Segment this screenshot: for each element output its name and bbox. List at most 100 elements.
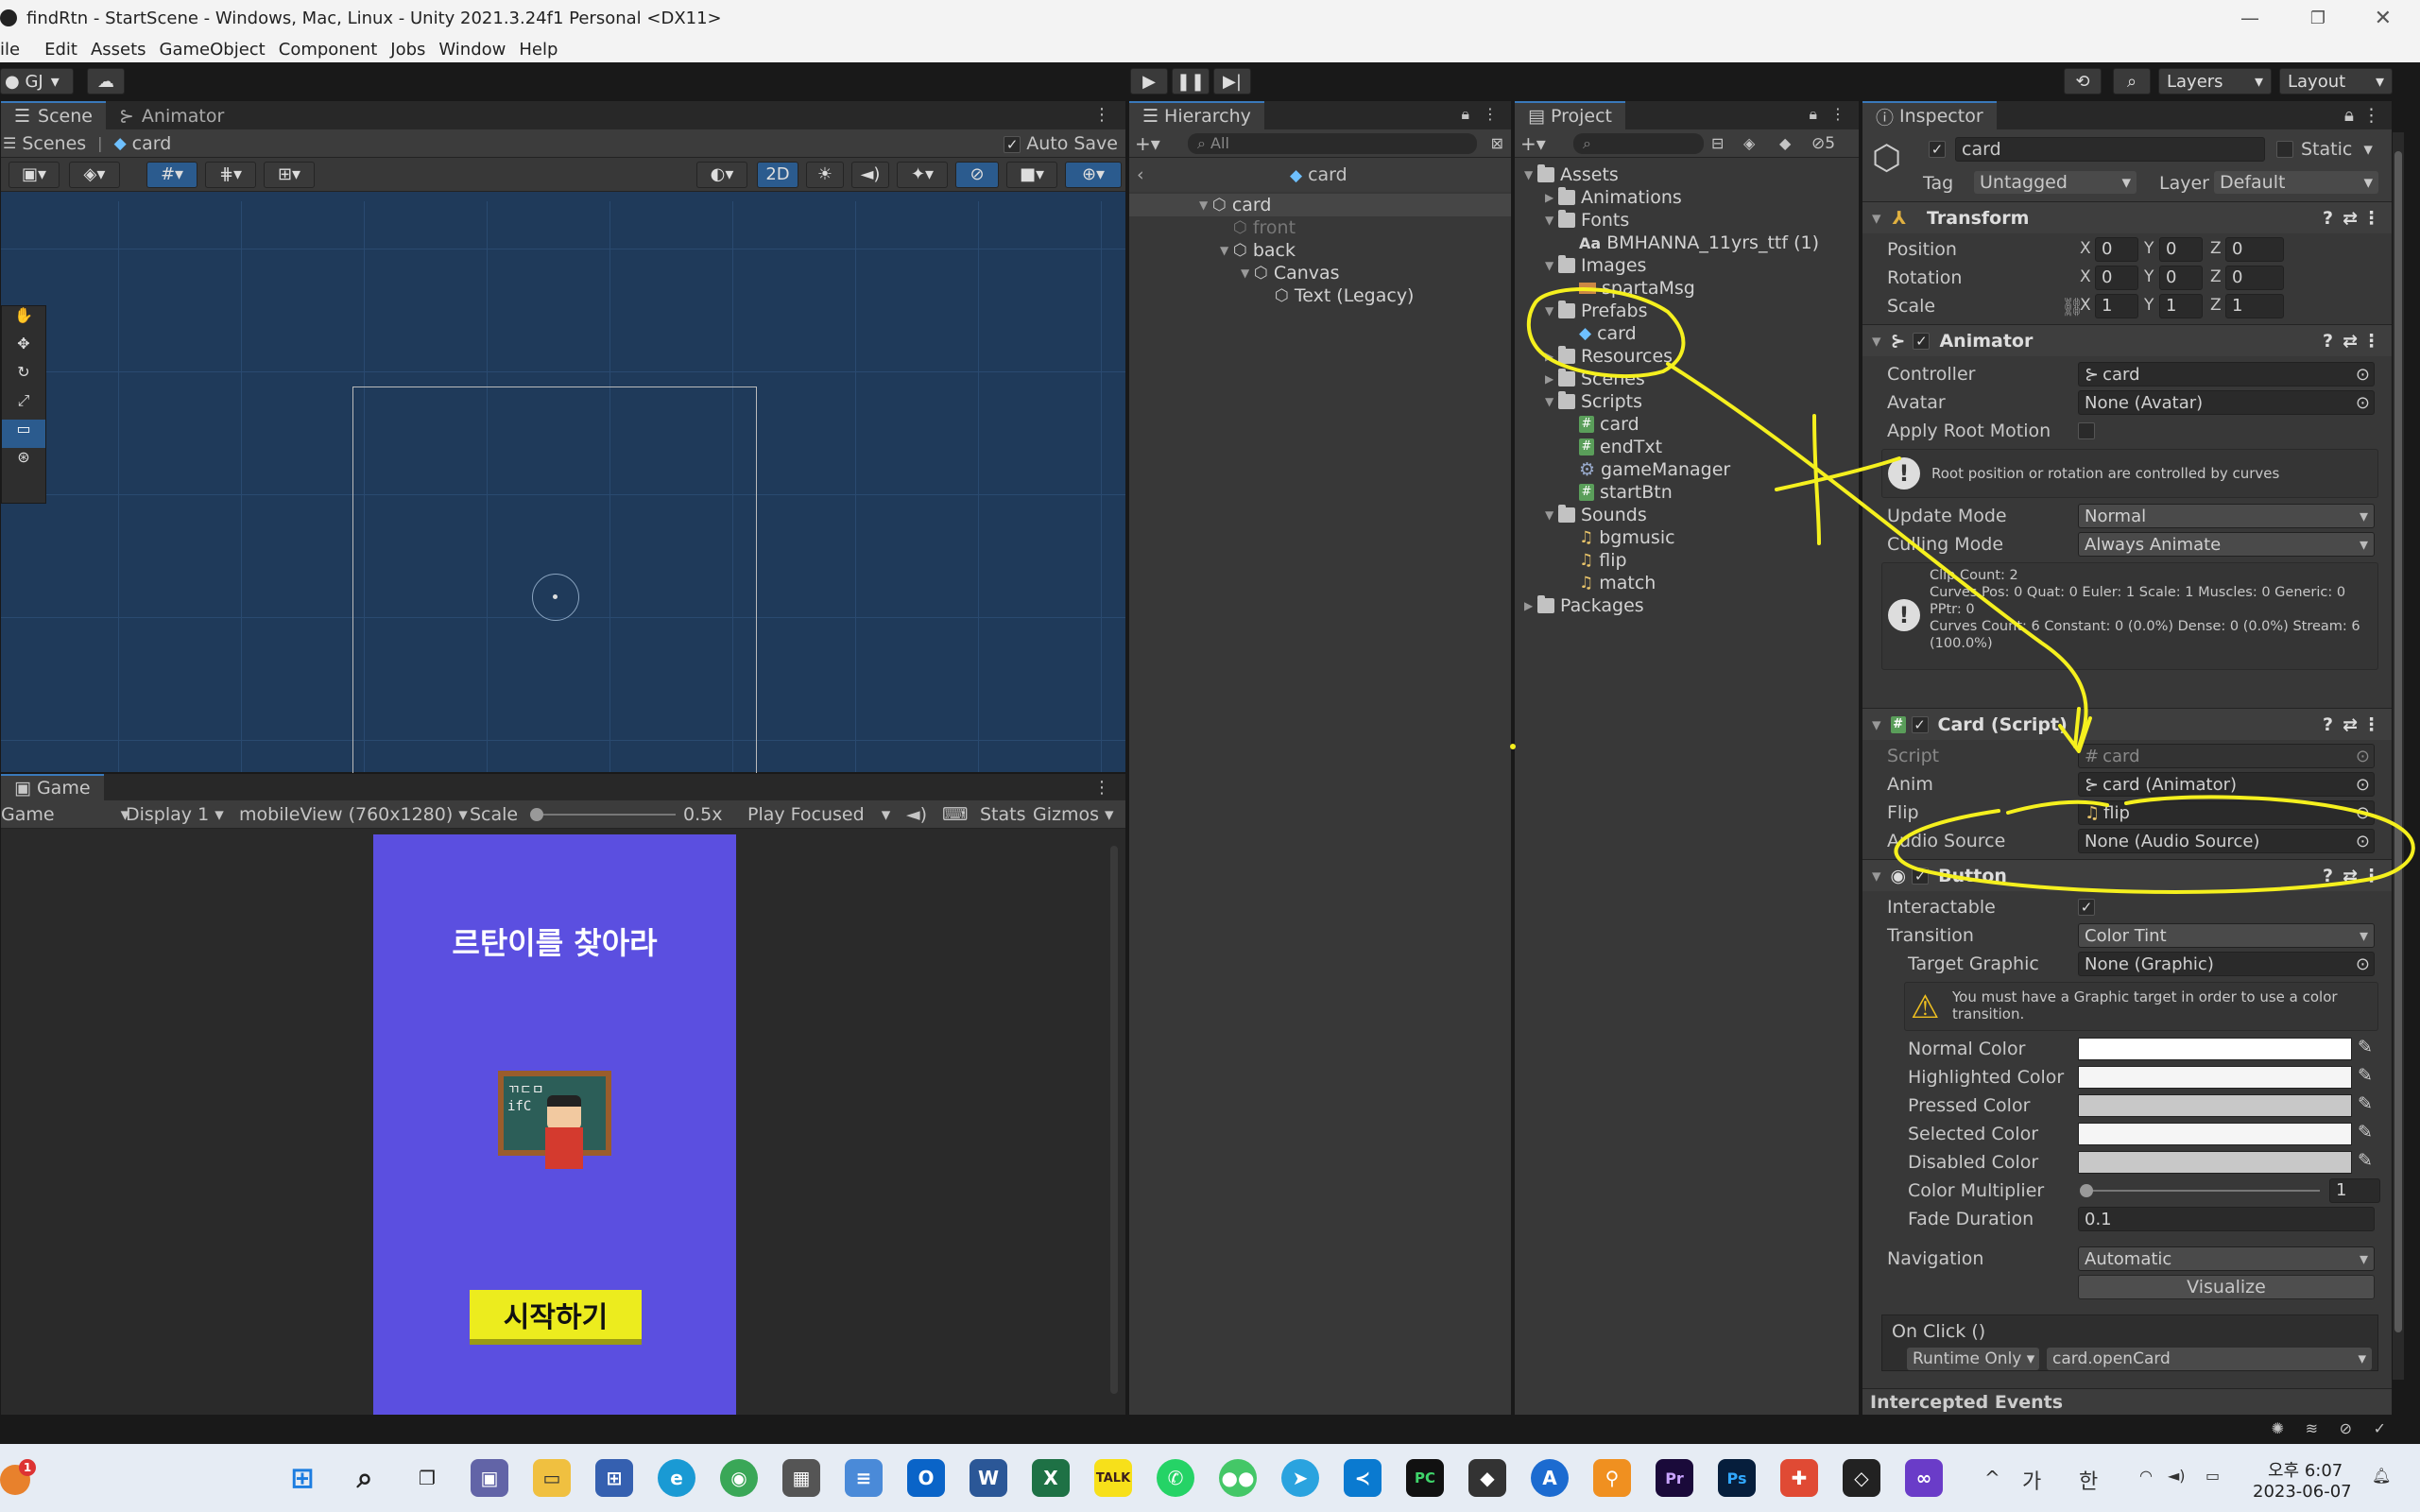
rotation-y-field[interactable]: 0: [2159, 266, 2203, 290]
game-mode-dropdown[interactable]: Game ▾: [1, 804, 129, 825]
expand-arrow-icon[interactable]: ▼: [1545, 508, 1558, 522]
2d-toggle-button[interactable]: 2D: [757, 161, 798, 188]
intercepted-events-bar[interactable]: Intercepted Events: [1862, 1388, 2392, 1415]
project-lock-icon[interactable]: 🔒︎: [1809, 105, 1817, 124]
breadcrumb-card[interactable]: card: [132, 133, 172, 154]
photoshop-icon[interactable]: Ps: [1718, 1459, 1756, 1497]
runtime-dropdown[interactable]: Runtime Only ▾: [1907, 1348, 2039, 1370]
preset-icon[interactable]: ⇄: [2343, 208, 2358, 229]
taskbar-search-icon[interactable]: ⌕: [346, 1459, 384, 1497]
search-button[interactable]: ⌕: [2113, 68, 2151, 94]
scale-z-field[interactable]: 1: [2225, 294, 2284, 318]
visual-studio-icon[interactable]: ∞: [1905, 1459, 1943, 1497]
animator-header[interactable]: ▾ ⊱ ✓ Animator ? ⇄ ⋮: [1862, 324, 2392, 356]
excel-icon[interactable]: X: [1032, 1459, 1070, 1497]
close-icon[interactable]: ✕: [2375, 7, 2392, 30]
sourcetree-icon[interactable]: A: [1531, 1459, 1569, 1497]
vscode-icon[interactable]: ≺: [1344, 1459, 1382, 1497]
component-menu-icon[interactable]: ⋮: [2362, 714, 2380, 735]
unity-editor-icon[interactable]: ◇: [1843, 1459, 1880, 1497]
draw-mode-dropdown[interactable]: ▣▾: [9, 161, 60, 188]
notification-bell-icon[interactable]: 🔔︎: [2372, 1467, 2391, 1485]
project-item[interactable]: # endTxt: [1515, 436, 1859, 458]
hierarchy-menu-icon[interactable]: ⋮: [1483, 105, 1498, 123]
tab-project[interactable]: ▤ Project: [1515, 101, 1625, 129]
scale-tool-icon[interactable]: ⤢: [2, 391, 45, 420]
static-checkbox[interactable]: [2276, 141, 2293, 158]
project-item[interactable]: ▼ Images: [1515, 254, 1859, 277]
clock-time[interactable]: 오후 6:07: [2268, 1457, 2343, 1482]
expand-arrow-icon[interactable]: ▶: [1545, 350, 1558, 363]
flip-field[interactable]: ♫ flip ⊙: [2078, 800, 2375, 825]
gizmos-dropdown[interactable]: ⊕▾: [1065, 161, 1122, 188]
object-picker-icon[interactable]: ⊙: [2356, 832, 2370, 851]
inspector-scrollbar[interactable]: [2393, 132, 2404, 1380]
ime-b[interactable]: 한: [2079, 1465, 2098, 1495]
project-item[interactable]: ▼ Prefabs: [1515, 300, 1859, 322]
expand-arrow-icon[interactable]: ▶: [1524, 599, 1537, 612]
check-icon[interactable]: ✓: [2374, 1419, 2386, 1437]
audio-toggle[interactable]: ◄): [851, 161, 889, 188]
help-icon[interactable]: ?: [2323, 331, 2333, 352]
expand-arrow-icon[interactable]: ▼: [1545, 395, 1558, 408]
task-view-icon[interactable]: ❐: [408, 1459, 446, 1497]
hierarchy-item[interactable]: ⬡ Text (Legacy): [1129, 284, 1511, 307]
unity-hub-icon[interactable]: ◆: [1468, 1459, 1506, 1497]
scene-menu-icon[interactable]: ⋮: [1093, 105, 1110, 125]
tray-chevron-icon[interactable]: ^: [1984, 1467, 2000, 1489]
notification-badge-app-icon[interactable]: 1: [0, 1459, 36, 1495]
pressed-color-swatch[interactable]: [2078, 1094, 2352, 1117]
active-checkbox[interactable]: ✓: [1929, 141, 1946, 158]
script-enabled-checkbox[interactable]: ✓: [1911, 715, 1929, 733]
pivot-dropdown[interactable]: ◐▾: [696, 161, 747, 188]
favorite-icon[interactable]: ◆: [1779, 134, 1791, 152]
preset-icon[interactable]: ⇄: [2343, 331, 2358, 352]
scale-slider[interactable]: [530, 808, 676, 821]
project-item[interactable]: Aa BMHANNA_11yrs_ttf (1): [1515, 232, 1859, 254]
disabled-color-swatch[interactable]: [2078, 1151, 2352, 1174]
rotation-z-field[interactable]: 0: [2225, 266, 2284, 290]
selected-color-swatch[interactable]: [2078, 1123, 2352, 1145]
expand-arrow-icon[interactable]: ▼: [1545, 304, 1558, 318]
layers-icon[interactable]: ≋: [2306, 1419, 2318, 1437]
expand-arrow-icon[interactable]: ▼: [1524, 168, 1537, 181]
expand-arrow-icon[interactable]: ▶: [1545, 372, 1558, 386]
help-icon[interactable]: ?: [2323, 714, 2333, 735]
hidden-packages-icon[interactable]: ⊘5: [1811, 134, 1835, 153]
clock-date[interactable]: 2023-06-07: [2253, 1482, 2352, 1502]
project-item[interactable]: # startBtn: [1515, 481, 1859, 504]
cache-icon[interactable]: ⊘: [2340, 1419, 2352, 1437]
color-multiplier-field[interactable]: 1: [2329, 1178, 2380, 1203]
layout-dropdown[interactable]: Layout ▾: [2279, 68, 2393, 94]
help-icon[interactable]: ?: [2323, 208, 2333, 229]
back-arrow-icon[interactable]: ‹: [1137, 164, 1144, 185]
stats-button[interactable]: Stats: [980, 804, 1026, 825]
hierarchy-item[interactable]: ▼ ⬡ Canvas: [1129, 262, 1511, 284]
project-create-dropdown[interactable]: +▾: [1520, 132, 1546, 155]
menu-assets[interactable]: Assets: [91, 40, 160, 60]
lock-icon[interactable]: 🔒︎: [1461, 105, 1469, 124]
scale-y-field[interactable]: 1: [2159, 294, 2203, 318]
game-view[interactable]: 르탄이를 찾아라 ㄲㄷㅁ ifC 시작하기: [373, 834, 736, 1415]
expand-arrow-icon[interactable]: ▼: [1241, 266, 1254, 280]
eyedropper-icon[interactable]: ✎: [2358, 1150, 2373, 1171]
layer-dropdown[interactable]: Default ▾: [2214, 171, 2378, 194]
ime-a[interactable]: 가: [2022, 1465, 2041, 1495]
increment-snap-button[interactable]: ⋕▾: [205, 161, 256, 188]
audio-source-field[interactable]: None (Audio Source) ⊙: [2078, 829, 2375, 853]
battery-icon[interactable]: ▭: [2205, 1467, 2220, 1485]
component-menu-icon[interactable]: ⋮: [2362, 331, 2380, 352]
project-item[interactable]: ⚙ gameManager: [1515, 458, 1859, 481]
move-tool-icon[interactable]: ✥: [2, 335, 45, 363]
project-menu-icon[interactable]: ⋮: [1830, 105, 1845, 123]
project-item[interactable]: ▶ Packages: [1515, 594, 1859, 617]
display-dropdown[interactable]: Display 1 ▾: [126, 804, 224, 825]
animator-enabled-checkbox[interactable]: ✓: [1913, 332, 1931, 350]
hierarchy-item[interactable]: ⬡ front: [1129, 216, 1511, 239]
step-button[interactable]: ▶|: [1213, 68, 1251, 94]
project-item[interactable]: ▶ Animations: [1515, 186, 1859, 209]
controller-field[interactable]: ⊱ card ⊙: [2078, 362, 2375, 387]
grid-snap-button[interactable]: #▾: [146, 161, 197, 188]
hierarchy-item[interactable]: ▼ ⬡ card: [1129, 194, 1511, 216]
create-dropdown[interactable]: +▾: [1135, 132, 1160, 155]
